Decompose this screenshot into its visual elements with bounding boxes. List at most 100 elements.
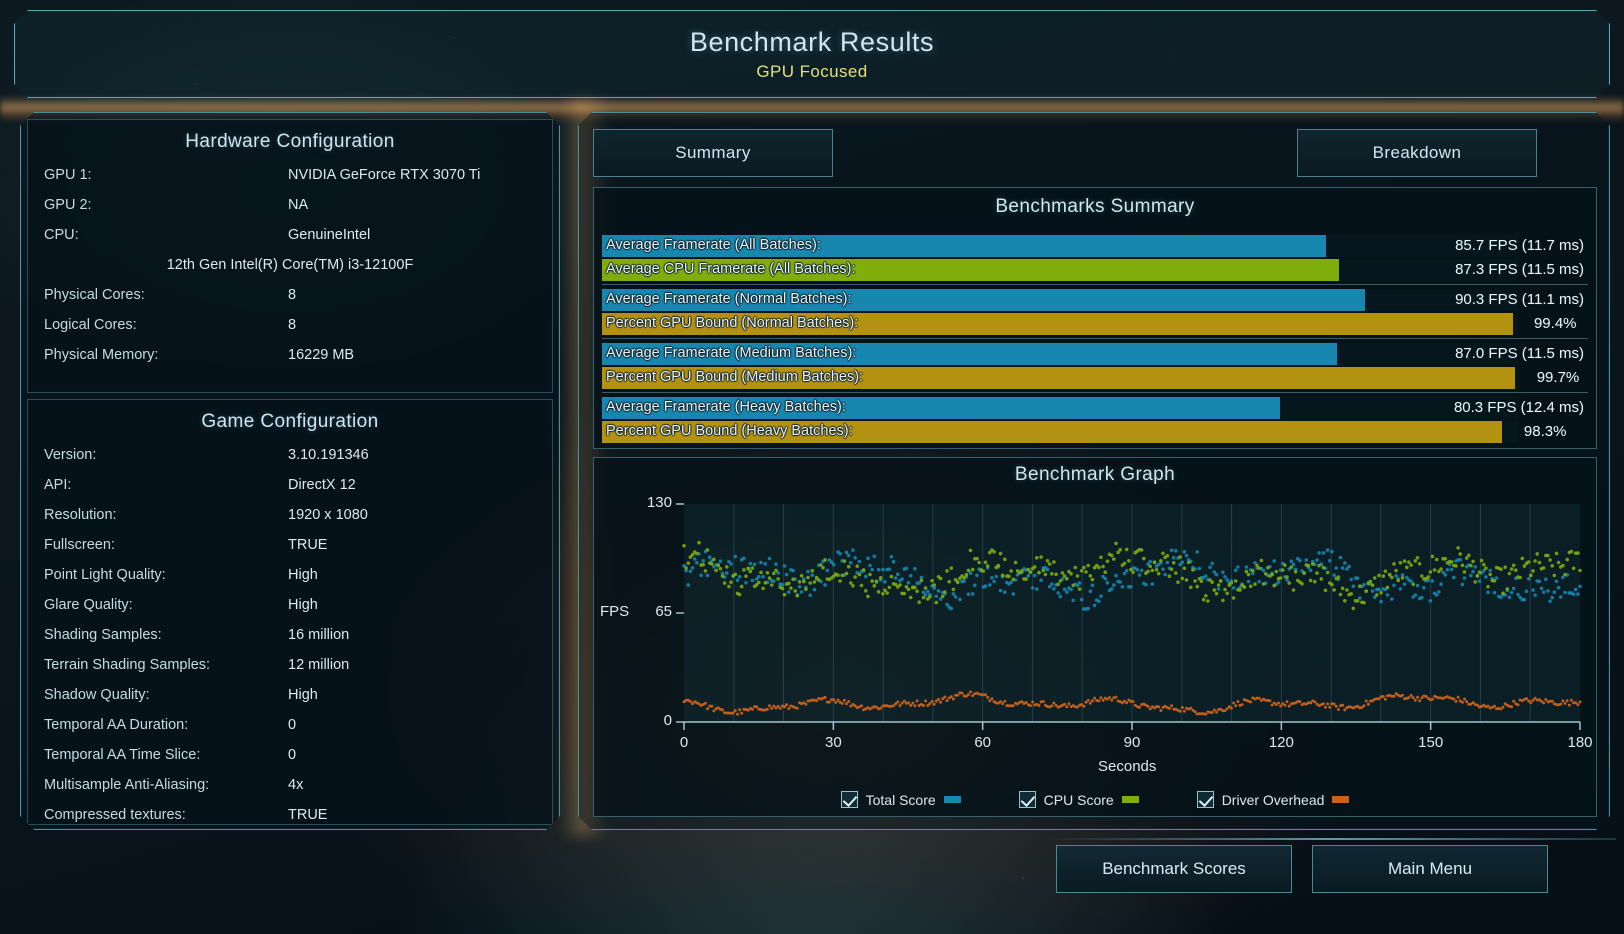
legend-checkbox-total-score[interactable]	[841, 791, 858, 808]
legend-color-swatch	[944, 796, 961, 803]
config-row: CPU: GenuineIntel	[28, 223, 552, 253]
config-row: Resolution: 1920 x 1080	[28, 503, 552, 533]
summary-bar-label: Percent GPU Bound (Normal Batches):	[606, 315, 859, 331]
graph-legend: Total Score CPU Score Driver Overhead	[594, 791, 1596, 808]
y-axis-tick-label: 65	[655, 603, 672, 620]
benchmark-scores-button[interactable]: Benchmark Scores	[1056, 845, 1292, 893]
summary-bar-row: Average Framerate (Medium Batches): 87.0 …	[602, 342, 1588, 366]
summary-bar-row: Average Framerate (All Batches): 85.7 FPS…	[602, 234, 1588, 258]
config-row-value: DirectX 12	[288, 477, 356, 493]
summary-bar-value: 87.3 FPS (11.5 ms)	[1455, 261, 1584, 278]
config-row-key: Temporal AA Duration:	[44, 717, 189, 733]
summary-bar-value: 98.3%	[1523, 423, 1567, 440]
legend-label: Driver Overhead	[1221, 791, 1325, 808]
config-row-key: Version:	[44, 447, 97, 463]
summary-bar-label: Average Framerate (Medium Batches):	[606, 345, 857, 361]
config-row-value: 0	[288, 717, 297, 733]
config-row-value: 3.10.191346	[288, 447, 369, 463]
benchmark-scatter-chart	[594, 494, 1598, 774]
x-axis-tick-label: 90	[1123, 734, 1141, 751]
summary-bar-value: 87.0 FPS (11.5 ms)	[1455, 345, 1584, 362]
legend-label: Total Score	[865, 791, 936, 808]
config-row-value: High	[288, 597, 318, 613]
config-row: GPU 2: NA	[28, 193, 552, 223]
benchmark-graph-title: Benchmark Graph	[1014, 464, 1176, 485]
config-row: API: DirectX 12	[28, 473, 552, 503]
benchmark-graph-panel: Benchmark Graph 130 65 0 FPS 0 30 60 90 120 150 18…	[593, 457, 1597, 817]
config-row-key: GPU 1:	[44, 167, 92, 183]
config-row-key: Shading Samples:	[44, 627, 162, 643]
config-row: Terrain Shading Samples: 12 million	[28, 653, 552, 683]
config-row-value: 12th Gen Intel(R) Core(TM) i3-12100F	[166, 257, 414, 273]
benchmarks-summary-panel: Benchmarks Summary Average Framerate (Al…	[593, 187, 1597, 449]
config-row-key: Temporal AA Time Slice:	[44, 747, 201, 763]
config-row: Compressed textures: TRUE	[28, 803, 552, 833]
config-row-key: CPU:	[44, 227, 79, 243]
summary-bar-row: Percent GPU Bound (Heavy Batches): 98.3%	[602, 420, 1588, 444]
config-row-value: TRUE	[288, 807, 328, 823]
config-row-key: Shadow Quality:	[44, 687, 150, 703]
config-row: Multisample Anti-Aliasing: 4x	[28, 773, 552, 803]
config-row-value: High	[288, 687, 318, 703]
legend-label: CPU Score	[1043, 791, 1114, 808]
config-row-value: 8	[288, 317, 297, 333]
config-row: Glare Quality: High	[28, 593, 552, 623]
hardware-config-title: Hardware Configuration	[185, 131, 395, 152]
config-row-key: Multisample Anti-Aliasing:	[44, 777, 210, 793]
legend-item[interactable]: Driver Overhead	[1197, 791, 1350, 808]
config-row-key: Fullscreen:	[44, 537, 115, 553]
summary-bar-row: Percent GPU Bound (Normal Batches): 99.4%	[602, 312, 1588, 336]
config-row: GPU 1: NVIDIA GeForce RTX 3070 Ti	[28, 163, 552, 193]
x-axis-tick-label: 30	[824, 734, 842, 751]
config-row: Physical Cores: 8	[28, 283, 552, 313]
config-row-key: Physical Cores:	[44, 287, 145, 303]
summary-bar-label: Percent GPU Bound (Medium Batches):	[606, 369, 864, 385]
y-axis-tick-label: 0	[663, 712, 672, 729]
legend-item[interactable]: CPU Score	[1019, 791, 1139, 808]
tab-summary[interactable]: Summary	[593, 129, 833, 177]
y-axis-title: FPS	[600, 603, 630, 620]
config-row-value: 4x	[288, 777, 304, 793]
summary-bars: Average Framerate (All Batches): 85.7 FPS…	[602, 234, 1588, 444]
config-row-value: NA	[288, 197, 309, 213]
bar-group-separator	[602, 338, 1588, 339]
tab-breakdown[interactable]: Breakdown	[1297, 129, 1537, 177]
config-row-value: 8	[288, 287, 297, 303]
x-axis-title: Seconds	[1098, 758, 1157, 775]
main-menu-button[interactable]: Main Menu	[1312, 845, 1548, 893]
x-axis-tick-label: 120	[1268, 734, 1294, 751]
summary-bar-value: 85.7 FPS (11.7 ms)	[1455, 237, 1584, 254]
footer-divider	[1046, 838, 1616, 840]
y-axis-tick-label: 130	[646, 494, 672, 511]
config-row: Shading Samples: 16 million	[28, 623, 552, 653]
config-row-value: 0	[288, 747, 297, 763]
config-row-key: Glare Quality:	[44, 597, 133, 613]
summary-bar-row: Average Framerate (Heavy Batches): 80.3 F…	[602, 396, 1588, 420]
config-row: Point Light Quality: High	[28, 563, 552, 593]
summary-bar-value: 90.3 FPS (11.1 ms)	[1455, 291, 1584, 308]
summary-bar-value: 80.3 FPS (12.4 ms)	[1453, 399, 1584, 416]
game-config-title: Game Configuration	[201, 411, 379, 432]
right-results-column: Summary Breakdown Benchmarks Summary Ave…	[578, 112, 1610, 830]
config-row-key: Logical Cores:	[44, 317, 137, 333]
legend-color-swatch	[1122, 796, 1139, 803]
config-row-key: Point Light Quality:	[44, 567, 166, 583]
x-axis-tick-label: 0	[679, 734, 689, 751]
summary-bar-value: 99.7%	[1536, 369, 1580, 386]
x-axis-tick-label: 180	[1567, 734, 1593, 751]
config-row-key: API:	[44, 477, 72, 493]
benchmarks-summary-title: Benchmarks Summary	[995, 196, 1195, 217]
legend-item[interactable]: Total Score	[841, 791, 961, 808]
config-row-key: Resolution:	[44, 507, 117, 523]
summary-bar-label: Percent GPU Bound (Heavy Batches):	[606, 423, 853, 439]
summary-bar-row: Percent GPU Bound (Medium Batches): 99.7%	[602, 366, 1588, 390]
legend-checkbox-driver-overhead[interactable]	[1197, 791, 1214, 808]
bar-group-separator	[602, 392, 1588, 393]
left-config-column: Hardware Configuration GPU 1: NVIDIA GeFo…	[20, 112, 560, 830]
config-row-value: 12 million	[288, 657, 350, 673]
legend-checkbox-cpu-score[interactable]	[1019, 791, 1036, 808]
graph-plot-area: 130 65 0 FPS 0 30 60 90 120 150 180 Seconds	[594, 494, 1598, 774]
x-axis-tick-label: 60	[974, 734, 991, 751]
summary-bar-row: Average CPU Framerate (All Batches): 87.3…	[602, 258, 1588, 282]
config-row-value: NVIDIA GeForce RTX 3070 Ti	[288, 167, 481, 183]
